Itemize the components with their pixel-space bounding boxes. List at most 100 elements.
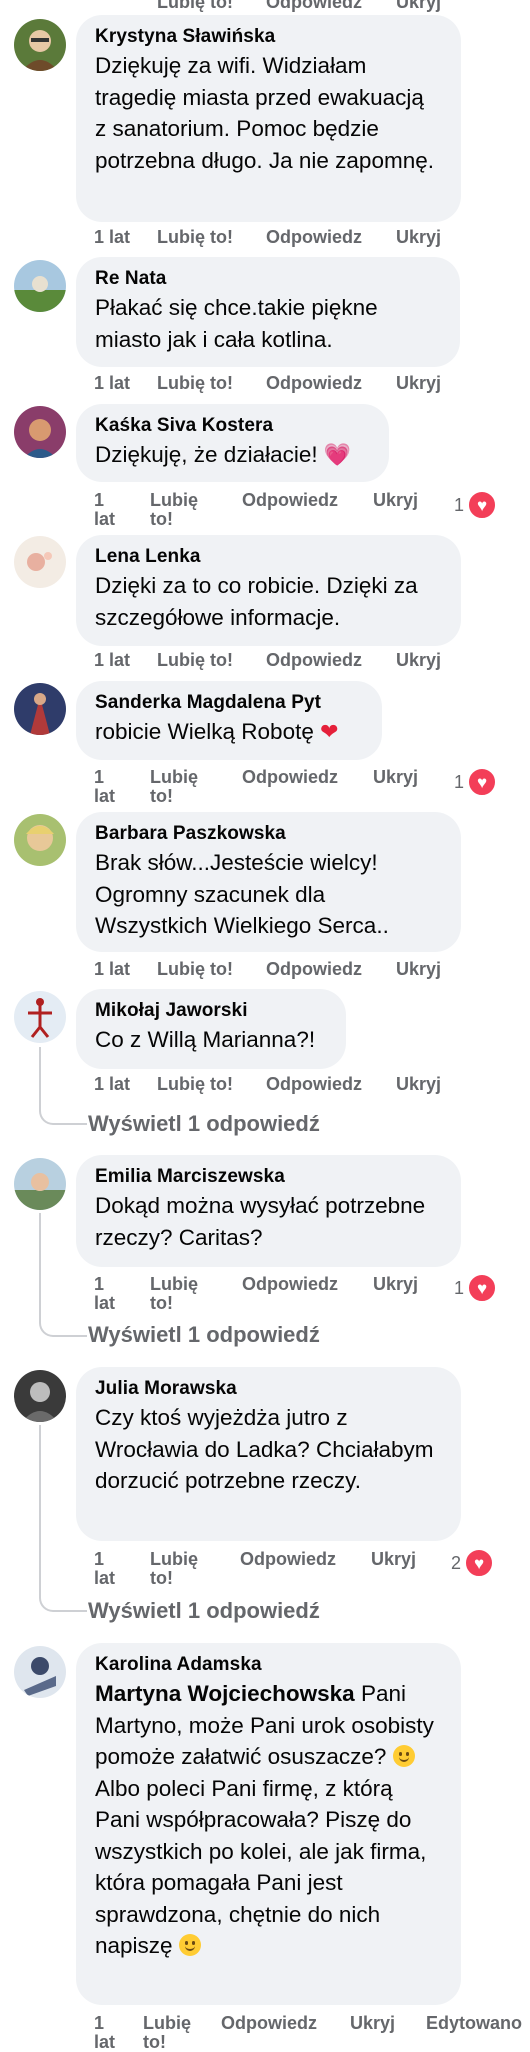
avatar[interactable] [14, 1646, 66, 1698]
like-link[interactable]: Lubię to! [157, 0, 233, 13]
view-replies-link[interactable]: Wyświetl 1 odpowiedź [88, 1323, 320, 1347]
timestamp[interactable]: 1 lat [94, 1075, 130, 1094]
avatar[interactable] [14, 260, 66, 312]
hide-link[interactable]: Ukryj [396, 374, 441, 393]
avatar-photo [14, 1370, 66, 1422]
reaction-count[interactable]: 1 ♥ [454, 1273, 498, 1303]
like-link[interactable]: Lubię to! [157, 374, 233, 393]
comment-author[interactable]: Julia Morawska [95, 1378, 441, 1400]
avatar-photo [14, 1158, 66, 1210]
comment-author[interactable]: Lena Lenka [95, 546, 441, 568]
avatar-photo [14, 536, 66, 588]
hide-link[interactable]: Ukryj [396, 228, 441, 247]
like-link[interactable]: Lubię to! [150, 491, 210, 529]
hide-link[interactable]: Ukryj [396, 1075, 441, 1094]
hide-link[interactable]: Ukryj [350, 2014, 395, 2033]
reply-link[interactable]: Odpowiedz [266, 0, 362, 13]
comment-author[interactable]: Mikołaj Jaworski [95, 1000, 326, 1022]
timestamp[interactable]: 1 lat [94, 651, 130, 670]
reply-link[interactable]: Odpowiedz [242, 768, 338, 787]
comment-author[interactable]: Emilia Marciszewska [95, 1166, 441, 1188]
timestamp[interactable]: 1 lat [94, 1550, 124, 1588]
comment-text: Martyna Wojciechowska Pani Martyno, może… [95, 1678, 441, 1962]
timestamp[interactable]: 1 lat [94, 491, 124, 529]
reply-link[interactable]: Odpowiedz [221, 2014, 317, 2033]
hide-link[interactable]: Ukryj [371, 1550, 416, 1569]
reaction-number: 1 [454, 494, 465, 515]
reaction-count[interactable]: 2 ♥ [451, 1548, 495, 1578]
avatar-photo [14, 1646, 66, 1698]
avatar[interactable] [14, 814, 66, 866]
comment-author[interactable]: Re Nata [95, 268, 440, 290]
hide-link[interactable]: Ukryj [373, 491, 418, 510]
reply-link[interactable]: Odpowiedz [266, 651, 362, 670]
avatar[interactable] [14, 1370, 66, 1422]
hide-link[interactable]: Ukryj [396, 960, 441, 979]
timestamp[interactable]: 1 lat [94, 228, 130, 247]
comment-bubble: Krystyna Sławińska Dziękuję za wifi. Wid… [76, 15, 461, 222]
heart-reaction-icon: ♥ [467, 767, 498, 797]
hide-link[interactable]: Ukryj [373, 1275, 418, 1294]
hide-link[interactable]: Ukryj [373, 768, 418, 787]
mention-link[interactable]: Martyna Wojciechowska [95, 1681, 355, 1706]
comment-bubble: Sanderka Magdalena Pyt robicie Wielką Ro… [76, 681, 382, 760]
reply-link[interactable]: Odpowiedz [266, 374, 362, 393]
smile-emoji [178, 1934, 201, 1956]
comment-text: Dziękuję za wifi. Widziałam tragedię mia… [95, 53, 434, 173]
hide-link[interactable]: Ukryj [396, 0, 441, 13]
avatar-photo [14, 19, 66, 71]
timestamp[interactable]: 1 lat [94, 374, 130, 393]
reply-link[interactable]: Odpowiedz [266, 960, 362, 979]
avatar-photo [14, 260, 66, 312]
comment-bubble: Lena Lenka Dzięki za to co robicie. Dzię… [76, 535, 461, 646]
comment-author[interactable]: Kaśka Siva Kostera [95, 415, 369, 437]
timestamp[interactable]: 1 lat [94, 768, 124, 806]
avatar-photo [14, 406, 66, 458]
view-replies-link[interactable]: Wyświetl 1 odpowiedź [88, 1599, 320, 1623]
comment-text: Brak słów...Jesteście wielcy! Ogromny sz… [95, 850, 389, 938]
view-replies-link[interactable]: Wyświetl 1 odpowiedź [88, 1112, 320, 1136]
comment-text: Dziękuję, że działacie! 💗 [95, 439, 369, 471]
reply-link[interactable]: Odpowiedz [266, 1075, 362, 1094]
avatar[interactable] [14, 406, 66, 458]
avatar[interactable] [14, 19, 66, 71]
like-link[interactable]: Lubię to! [157, 228, 233, 247]
timestamp[interactable]: 1 lat [94, 2014, 124, 2052]
reaction-number: 2 [451, 1552, 462, 1573]
heart-reaction-icon: ♥ [467, 490, 498, 520]
avatar[interactable] [14, 991, 66, 1043]
comment-author[interactable]: Sanderka Magdalena Pyt [95, 692, 362, 714]
comment-author[interactable]: Krystyna Sławińska [95, 26, 441, 48]
comment-bubble: Julia Morawska Czy ktoś wyjeżdża jutro z… [76, 1367, 461, 1541]
reaction-count[interactable]: 1 ♥ [454, 767, 498, 797]
comment-author[interactable]: Karolina Adamska [95, 1654, 441, 1676]
reply-link[interactable]: Odpowiedz [242, 491, 338, 510]
comment-bubble: Emilia Marciszewska Dokąd można wysyłać … [76, 1155, 461, 1267]
thread-connector [39, 1047, 87, 1125]
reaction-count[interactable]: 1 ♥ [454, 490, 498, 520]
reply-link[interactable]: Odpowiedz [242, 1275, 338, 1294]
comment-text: Dzięki za to co robicie. Dzięki za szcze… [95, 573, 418, 630]
like-link[interactable]: Lubię to! [157, 651, 233, 670]
heart-reaction-icon: ♥ [464, 1548, 495, 1578]
avatar[interactable] [14, 1158, 66, 1210]
timestamp[interactable]: 1 lat [94, 960, 130, 979]
like-link[interactable]: Lubię to! [150, 1550, 210, 1588]
comment-author[interactable]: Barbara Paszkowska [95, 823, 441, 845]
like-link[interactable]: Lubię to! [143, 2014, 203, 2052]
timestamp[interactable]: 1 lat [94, 1275, 124, 1313]
avatar[interactable] [14, 536, 66, 588]
like-link[interactable]: Lubię to! [150, 768, 210, 806]
comment-text: Płakać się chce.takie piękne miasto jak … [95, 295, 378, 352]
comment-bubble: Kaśka Siva Kostera Dziękuję, że działaci… [76, 404, 389, 482]
pink-heart-emoji: 💗 [323, 442, 352, 467]
like-link[interactable]: Lubię to! [157, 960, 233, 979]
avatar[interactable] [14, 683, 66, 735]
avatar-photo [14, 683, 66, 735]
reply-link[interactable]: Odpowiedz [240, 1550, 336, 1569]
like-link[interactable]: Lubię to! [157, 1075, 233, 1094]
like-link[interactable]: Lubię to! [150, 1275, 210, 1313]
comment-bubble: Barbara Paszkowska Brak słów...Jesteście… [76, 812, 461, 952]
hide-link[interactable]: Ukryj [396, 651, 441, 670]
reply-link[interactable]: Odpowiedz [266, 228, 362, 247]
